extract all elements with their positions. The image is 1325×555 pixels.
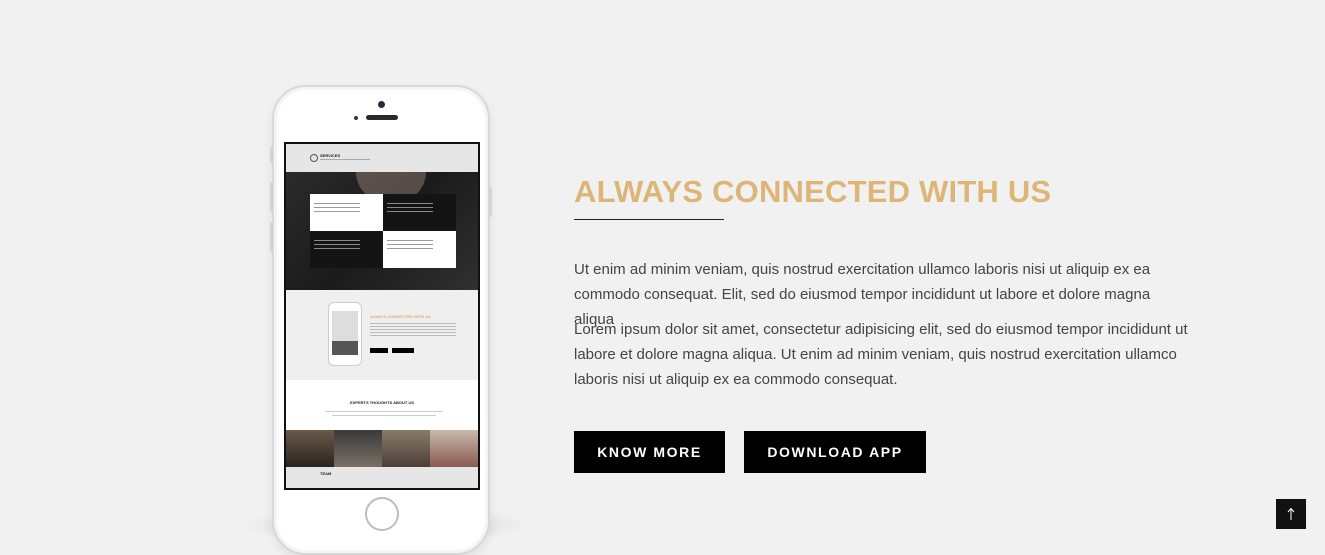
mini-connected-section: ALWAYS CONNECTED WITH US bbox=[286, 290, 478, 380]
phone-screen: SERVICES ALWAYS CONNECTED WITH US EXPERT… bbox=[284, 142, 480, 490]
mini-photo bbox=[430, 430, 478, 467]
phone-speaker bbox=[366, 115, 398, 120]
phone-camera bbox=[378, 101, 385, 108]
mini-team-header: TEAM bbox=[286, 467, 478, 488]
mini-tile bbox=[383, 194, 456, 231]
phone-volume-down bbox=[270, 222, 273, 252]
mini-tile bbox=[310, 231, 383, 268]
mini-button bbox=[392, 348, 414, 353]
phone-home-button bbox=[365, 497, 399, 531]
body-paragraph: Lorem ipsum dolor sit amet, consectetur … bbox=[574, 321, 1188, 388]
section-headline: ALWAYS CONNECTED WITH US bbox=[574, 174, 1052, 209]
phone-side-button bbox=[270, 147, 273, 163]
headline-underline bbox=[574, 219, 724, 220]
mini-experts-section: EXPERTS THOUGHTS ABOUT US bbox=[286, 380, 478, 430]
mini-photo-strip bbox=[286, 430, 478, 467]
mini-tile bbox=[383, 231, 456, 268]
mini-photo bbox=[334, 430, 382, 467]
mini-services-grid bbox=[286, 172, 478, 290]
mini-tile bbox=[310, 194, 383, 231]
mini-services-icon bbox=[310, 154, 318, 162]
download-app-button[interactable]: DOWNLOAD APP bbox=[744, 431, 926, 473]
phone-sensor bbox=[354, 116, 358, 120]
scroll-to-top-button[interactable] bbox=[1276, 499, 1306, 529]
mini-button bbox=[370, 348, 388, 353]
phone-volume-up bbox=[270, 182, 273, 212]
mini-phone-image bbox=[328, 302, 362, 366]
mini-photo bbox=[382, 430, 430, 467]
mini-photo bbox=[286, 430, 334, 467]
mini-team-title: TEAM bbox=[320, 471, 332, 476]
arrow-up-icon bbox=[1287, 507, 1295, 520]
phone-mockup: SERVICES ALWAYS CONNECTED WITH US EXPERT… bbox=[270, 85, 492, 555]
mini-connected-title: ALWAYS CONNECTED WITH US bbox=[370, 314, 431, 319]
know-more-button[interactable]: KNOW MORE bbox=[574, 431, 725, 473]
mini-services-title: SERVICES bbox=[320, 153, 341, 158]
mini-services-header: SERVICES bbox=[286, 144, 478, 172]
mini-experts-title: EXPERTS THOUGHTS ABOUT US bbox=[349, 400, 415, 405]
phone-power-button bbox=[489, 187, 492, 217]
